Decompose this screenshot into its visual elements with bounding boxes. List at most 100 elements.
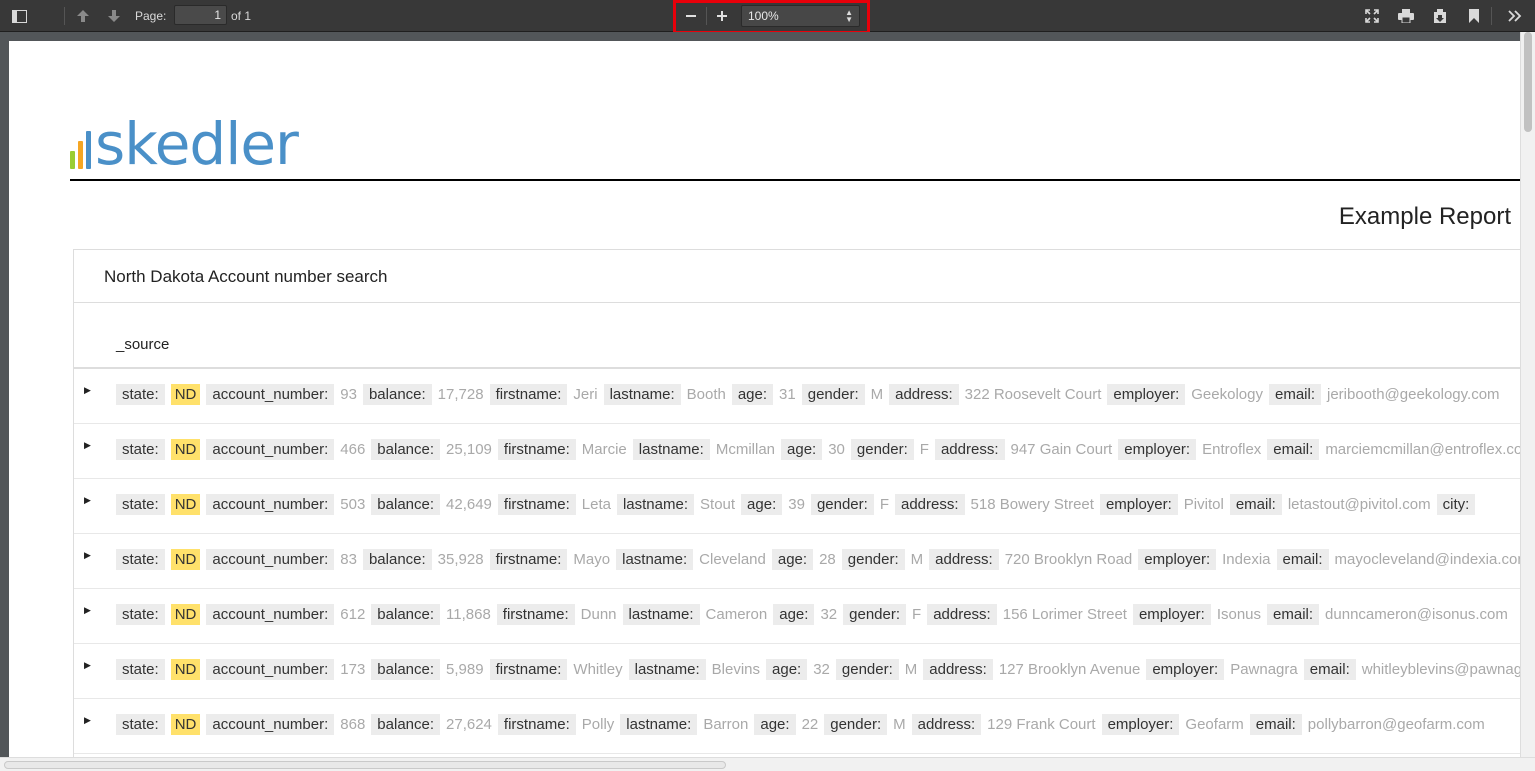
field-value: ND (170, 549, 201, 570)
download-icon[interactable] (1429, 5, 1451, 27)
field-value: F (879, 496, 889, 513)
field-value: ND (170, 714, 201, 735)
field-value: Polly (581, 716, 615, 733)
expand-row-icon[interactable]: ▶ (84, 440, 91, 451)
table-row: ▶ state: ND account_number: 93 balance: 17,728… (74, 369, 1520, 424)
row-fields: state: ND account_number: 868 balance: 27,624… (116, 714, 1491, 735)
field-key: city: (1436, 494, 1476, 515)
vertical-scrollbar[interactable] (1520, 32, 1535, 757)
table-row: ▶ state: ND account_number: 612 balance: 11,86… (74, 589, 1520, 644)
field-value: 25,109 (446, 441, 492, 458)
print-icon[interactable] (1395, 5, 1417, 27)
zoom-out-icon[interactable] (680, 5, 702, 27)
field-value: Booth (686, 386, 726, 403)
tools-icon[interactable] (1504, 5, 1526, 27)
expand-row-icon[interactable]: ▶ (84, 605, 91, 616)
field-key: firstname: (496, 604, 575, 625)
expand-row-icon[interactable]: ▶ (84, 660, 91, 671)
page-label: Page: (135, 9, 167, 23)
select-arrows-icon: ▲ ▼ (845, 8, 853, 24)
field-value: 720 Brooklyn Road (1004, 551, 1133, 568)
bookmark-icon[interactable] (1463, 5, 1485, 27)
expand-row-icon[interactable]: ▶ (84, 385, 91, 396)
field-value: Cleveland (699, 551, 766, 568)
presentation-mode-icon[interactable] (1361, 5, 1383, 27)
field-key: balance: (371, 659, 441, 680)
field-key: age: (754, 714, 796, 735)
pdf-toolbar: Page: of 1 100% ▲▼ (0, 0, 1535, 34)
field-key: email: (1229, 494, 1282, 515)
field-key: address: (927, 604, 997, 625)
logo-text: skedler (95, 110, 299, 178)
field-key: gender: (835, 659, 899, 680)
field-key: age: (766, 659, 808, 680)
field-key: balance: (362, 384, 432, 405)
field-key: lastname: (622, 604, 700, 625)
field-key: gender: (801, 384, 865, 405)
field-key: gender: (824, 714, 888, 735)
field-value: mayocleveland@indexia.com (1334, 551, 1520, 568)
vertical-scroll-thumb[interactable] (1524, 32, 1532, 132)
horizontal-scrollbar[interactable] (0, 757, 1535, 771)
field-value: 35,928 (437, 551, 484, 568)
field-value: ND (170, 439, 201, 460)
field-key: employer: (1118, 439, 1197, 460)
field-value: F (919, 441, 929, 458)
field-value: Stout (700, 496, 736, 513)
field-key: age: (771, 549, 814, 570)
field-value: 32 (813, 661, 830, 678)
field-key: account_number: (206, 604, 335, 625)
field-value: 11,868 (446, 606, 491, 623)
field-value: 28 (819, 551, 836, 568)
field-value: letastout@pivitol.com (1287, 496, 1431, 513)
row-fields: state: ND account_number: 93 balance: 17,728 f… (116, 384, 1506, 405)
field-key: account_number: (206, 549, 335, 570)
field-key: balance: (371, 439, 441, 460)
field-value: 947 Gain Court (1010, 441, 1113, 458)
field-key: address: (889, 384, 959, 405)
field-key: email: (1276, 549, 1329, 570)
field-value: Jeri (573, 386, 598, 403)
field-value: 32 (820, 606, 838, 623)
table-row: ▶ state: ND account_number: 503 balance: 42,64… (74, 479, 1520, 534)
horizontal-scroll-thumb[interactable] (4, 761, 726, 769)
row-fields: state: ND account_number: 83 balance: 35,928 f… (116, 549, 1520, 570)
field-key: state: (116, 549, 165, 570)
field-key: firstname: (497, 714, 576, 735)
field-key: email: (1267, 604, 1320, 625)
field-key: employer: (1146, 659, 1225, 680)
expand-row-icon[interactable]: ▶ (84, 715, 91, 726)
pdf-page: skedler Example Report North Dakota Acco… (9, 41, 1520, 757)
zoom-in-icon[interactable] (711, 5, 733, 27)
field-key: state: (116, 659, 165, 680)
field-key: lastname: (628, 659, 706, 680)
field-value: 173 (340, 661, 366, 678)
page-count: of 1 (231, 9, 252, 23)
field-key: firstname: (489, 659, 568, 680)
sidebar-toggle-icon[interactable] (8, 5, 30, 27)
toolbar-divider (706, 7, 707, 25)
field-value: 17,728 (437, 386, 484, 403)
field-value: Cameron (705, 606, 768, 623)
zoom-select[interactable]: 100% ▲ ▼ (741, 5, 860, 27)
field-key: lastname: (616, 549, 694, 570)
field-key: age: (773, 604, 815, 625)
field-value: M (904, 661, 918, 678)
field-value: Blevins (711, 661, 761, 678)
expand-row-icon[interactable]: ▶ (84, 495, 91, 506)
field-value: whitleyblevins@pawnagra.com (1361, 661, 1520, 678)
field-key: account_number: (206, 439, 335, 460)
expand-row-icon[interactable]: ▶ (84, 550, 91, 561)
field-key: email: (1267, 439, 1320, 460)
field-key: address: (894, 494, 965, 515)
field-key: firstname: (497, 494, 576, 515)
field-key: lastname: (632, 439, 710, 460)
page-number-input[interactable] (174, 5, 227, 25)
pdf-viewer: skedler Example Report North Dakota Acco… (0, 32, 1520, 757)
skedler-logo: skedler (70, 103, 299, 178)
previous-page-icon[interactable] (72, 5, 94, 27)
field-value: 156 Lorimer Street (1002, 606, 1127, 623)
next-page-icon[interactable] (103, 5, 125, 27)
field-key: employer: (1101, 714, 1180, 735)
search-panel: North Dakota Account number search _sour… (73, 249, 1520, 757)
